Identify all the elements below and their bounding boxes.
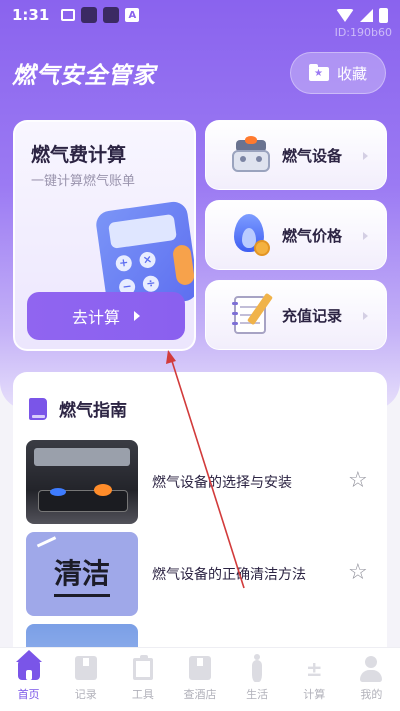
- tab-hotels[interactable]: 查酒店: [171, 648, 228, 711]
- plus-minus-icon: ±: [305, 657, 323, 681]
- go-calculate-button[interactable]: 去计算: [27, 292, 185, 340]
- carrot-icon: [244, 654, 270, 682]
- side-card-label: 燃气设备: [282, 146, 343, 165]
- app-notification-icon: [103, 7, 120, 23]
- side-card-gas-equipment[interactable]: 燃气设备: [205, 120, 387, 190]
- guide-thumbnail-clean: 清洁: [26, 532, 138, 616]
- hotel-bookmark-icon: [187, 654, 213, 682]
- gas-stove-icon: [228, 132, 274, 178]
- chevron-right-icon: [363, 152, 368, 160]
- tab-label: 生活: [246, 688, 269, 701]
- chevron-right-icon: [363, 232, 368, 240]
- thumbnail-text: 清洁: [53, 552, 110, 597]
- star-favorite-icon[interactable]: ☆: [348, 562, 368, 584]
- tab-label: 查酒店: [183, 688, 217, 701]
- app-title: 燃气安全管家: [12, 63, 156, 89]
- tab-records[interactable]: 记录: [57, 648, 114, 711]
- tab-life[interactable]: 生活: [229, 648, 286, 711]
- favorite-button[interactable]: ★ 收藏: [290, 52, 386, 94]
- side-card-gas-price[interactable]: 燃气价格: [205, 200, 387, 270]
- guide-thumbnail-stove: [26, 440, 138, 524]
- tab-label: 计算: [303, 688, 326, 701]
- guide-item-title: 燃气设备的选择与安装: [152, 475, 292, 491]
- favorite-label: 收藏: [336, 64, 367, 83]
- bottom-tab-bar: 首页 记录 工具 查酒店 生活 ± 计算 我的: [0, 647, 400, 711]
- watermark-id: ID:190b60: [334, 26, 392, 39]
- tab-calculate[interactable]: ± 计算: [286, 648, 343, 711]
- chevron-right-icon: [363, 312, 368, 320]
- guide-list-item[interactable]: 清洁 燃气设备的正确清洁方法 ☆: [26, 532, 376, 616]
- guide-item-title: 燃气设备的正确清洁方法: [152, 567, 306, 583]
- battery-icon: [379, 7, 388, 23]
- tab-home[interactable]: 首页: [0, 648, 57, 711]
- tab-label: 工具: [131, 688, 154, 701]
- side-card-label: 燃气价格: [282, 226, 343, 245]
- bookmark-icon: [73, 654, 99, 682]
- gas-guide-section: 燃气指南 燃气设备的选择与安装 ☆ 清洁 燃气设备的正确清洁方法 ☆: [13, 372, 387, 662]
- status-time: 1:31: [12, 6, 50, 24]
- notebook-record-icon: [228, 292, 274, 338]
- image-notification-icon: [61, 9, 76, 21]
- side-card-label: 充值记录: [282, 306, 343, 325]
- book-icon: [29, 397, 47, 420]
- home-icon: [15, 650, 42, 682]
- calc-card-title: 燃气费计算: [31, 144, 127, 166]
- a-notification-icon: A: [125, 8, 140, 22]
- go-calculate-label: 去计算: [71, 308, 120, 327]
- guide-header: 燃气指南: [29, 396, 127, 421]
- gas-flame-price-icon: [228, 212, 274, 258]
- guide-title: 燃气指南: [59, 401, 127, 421]
- guide-list-item[interactable]: 燃气设备的选择与安装 ☆: [26, 440, 376, 524]
- status-system-icons: [336, 7, 388, 23]
- wifi-icon: [336, 8, 354, 22]
- status-notification-icons: A: [61, 7, 140, 23]
- user-icon: [358, 654, 384, 682]
- tab-label: 首页: [17, 688, 40, 701]
- tab-label: 记录: [74, 688, 97, 701]
- play-arrow-icon: [134, 311, 140, 321]
- favorite-folder-icon: ★: [308, 64, 329, 81]
- clipboard-icon: [130, 654, 156, 682]
- calc-card-subtitle: 一键计算燃气账单: [31, 174, 136, 189]
- tab-tools[interactable]: 工具: [114, 648, 171, 711]
- star-favorite-icon[interactable]: ☆: [348, 470, 368, 492]
- gas-fee-calc-card[interactable]: 燃气费计算 一键计算燃气账单 + × − ÷ 去计算: [13, 120, 196, 351]
- signal-icon: [360, 8, 373, 22]
- tab-profile[interactable]: 我的: [343, 648, 400, 711]
- tab-label: 我的: [360, 688, 383, 701]
- side-card-recharge-record[interactable]: 充值记录: [205, 280, 387, 350]
- app-notification-icon: [81, 7, 98, 23]
